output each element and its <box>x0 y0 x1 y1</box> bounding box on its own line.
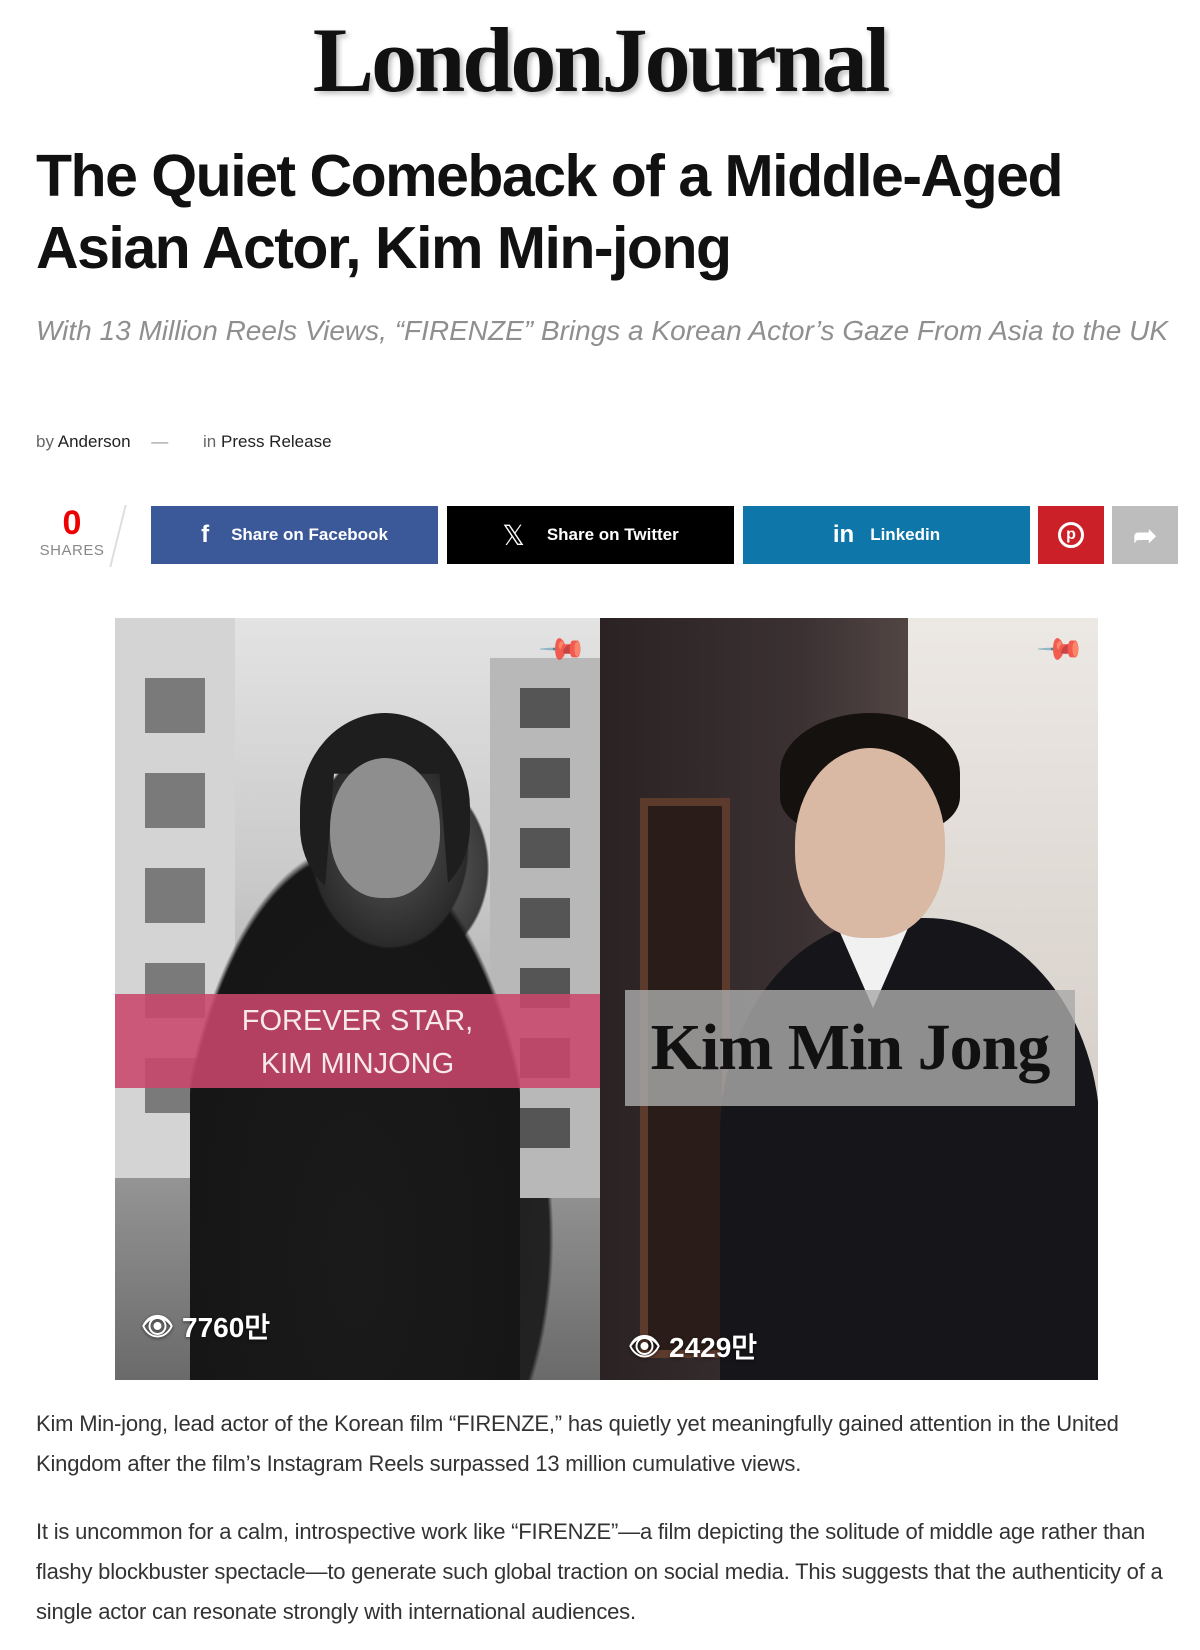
actor-suit <box>720 918 1098 1380</box>
eye-icon: 👁 <box>628 1330 662 1361</box>
share-more-button[interactable]: ➦ <box>1112 506 1178 564</box>
site-logo[interactable]: LondonJournal <box>313 9 891 111</box>
views-value-left: 7760만 <box>182 1312 271 1343</box>
share-count-value: 0 <box>62 504 82 542</box>
article-paragraph: It is uncommon for a calm, introspective… <box>36 1519 1163 1624</box>
article-paragraph: Kim Min-jong, lead actor of the Korean f… <box>36 1411 1119 1476</box>
name-banner: Kim Min Jong <box>625 990 1075 1106</box>
actor-face <box>795 748 945 938</box>
x-icon: 𝕏 <box>502 519 525 551</box>
byline-in-prefix: in <box>203 432 217 451</box>
photo-right-kim-min-jong[interactable]: 📌 Kim Min Jong 👁 2429만 <box>600 618 1098 1380</box>
share-pinterest-button[interactable]: p <box>1038 506 1104 564</box>
forever-star-banner: FOREVER STAR, KIM MINJONG <box>115 994 600 1088</box>
masthead: LondonJournal <box>0 14 1200 106</box>
views-count-left: 👁 7760만 <box>141 1306 270 1346</box>
share-counter: 0 SHARES <box>36 504 108 559</box>
share-twitter-label: Share on Twitter <box>546 525 679 544</box>
facebook-icon: f <box>201 521 210 548</box>
byline-separator: — <box>151 432 169 451</box>
share-linkedin-button[interactable]: in Linkedin <box>743 506 1030 564</box>
share-count-label: SHARES <box>39 542 105 559</box>
banner-line-2: KIM MINJONG <box>260 1048 455 1080</box>
share-twitter-button[interactable]: 𝕏 Share on Twitter <box>447 506 734 564</box>
actor-face <box>330 758 440 898</box>
photo-left-kim-minjong[interactable]: 📌 FOREVER STAR, KIM MINJONG 👁 7760만 <box>115 618 600 1380</box>
author-link[interactable]: Anderson <box>58 432 131 451</box>
share-facebook-label: Share on Facebook <box>231 525 388 544</box>
share-facebook-button[interactable]: f Share on Facebook <box>151 506 438 564</box>
byline-by-prefix: by <box>36 432 54 451</box>
share-divider <box>109 505 127 567</box>
views-count-right: 👁 2429만 <box>628 1326 757 1366</box>
banner-line-1: FOREVER STAR, <box>241 1005 474 1037</box>
article-headline: The Quiet Comeback of a Middle-Aged Asia… <box>36 143 1064 281</box>
eye-icon: 👁 <box>141 1310 175 1341</box>
share-linkedin-label: Linkedin <box>870 525 941 544</box>
linkedin-icon: in <box>832 521 855 548</box>
article-subtitle: With 13 Million Reels Views, “FIRENZE” B… <box>36 315 1169 346</box>
share-arrow-icon: ➦ <box>1133 519 1157 551</box>
byline: by Anderson — in Press Release <box>36 432 332 452</box>
views-value-right: 2429만 <box>669 1332 758 1363</box>
pinterest-icon: p <box>1058 522 1084 548</box>
category-link[interactable]: Press Release <box>221 432 332 451</box>
